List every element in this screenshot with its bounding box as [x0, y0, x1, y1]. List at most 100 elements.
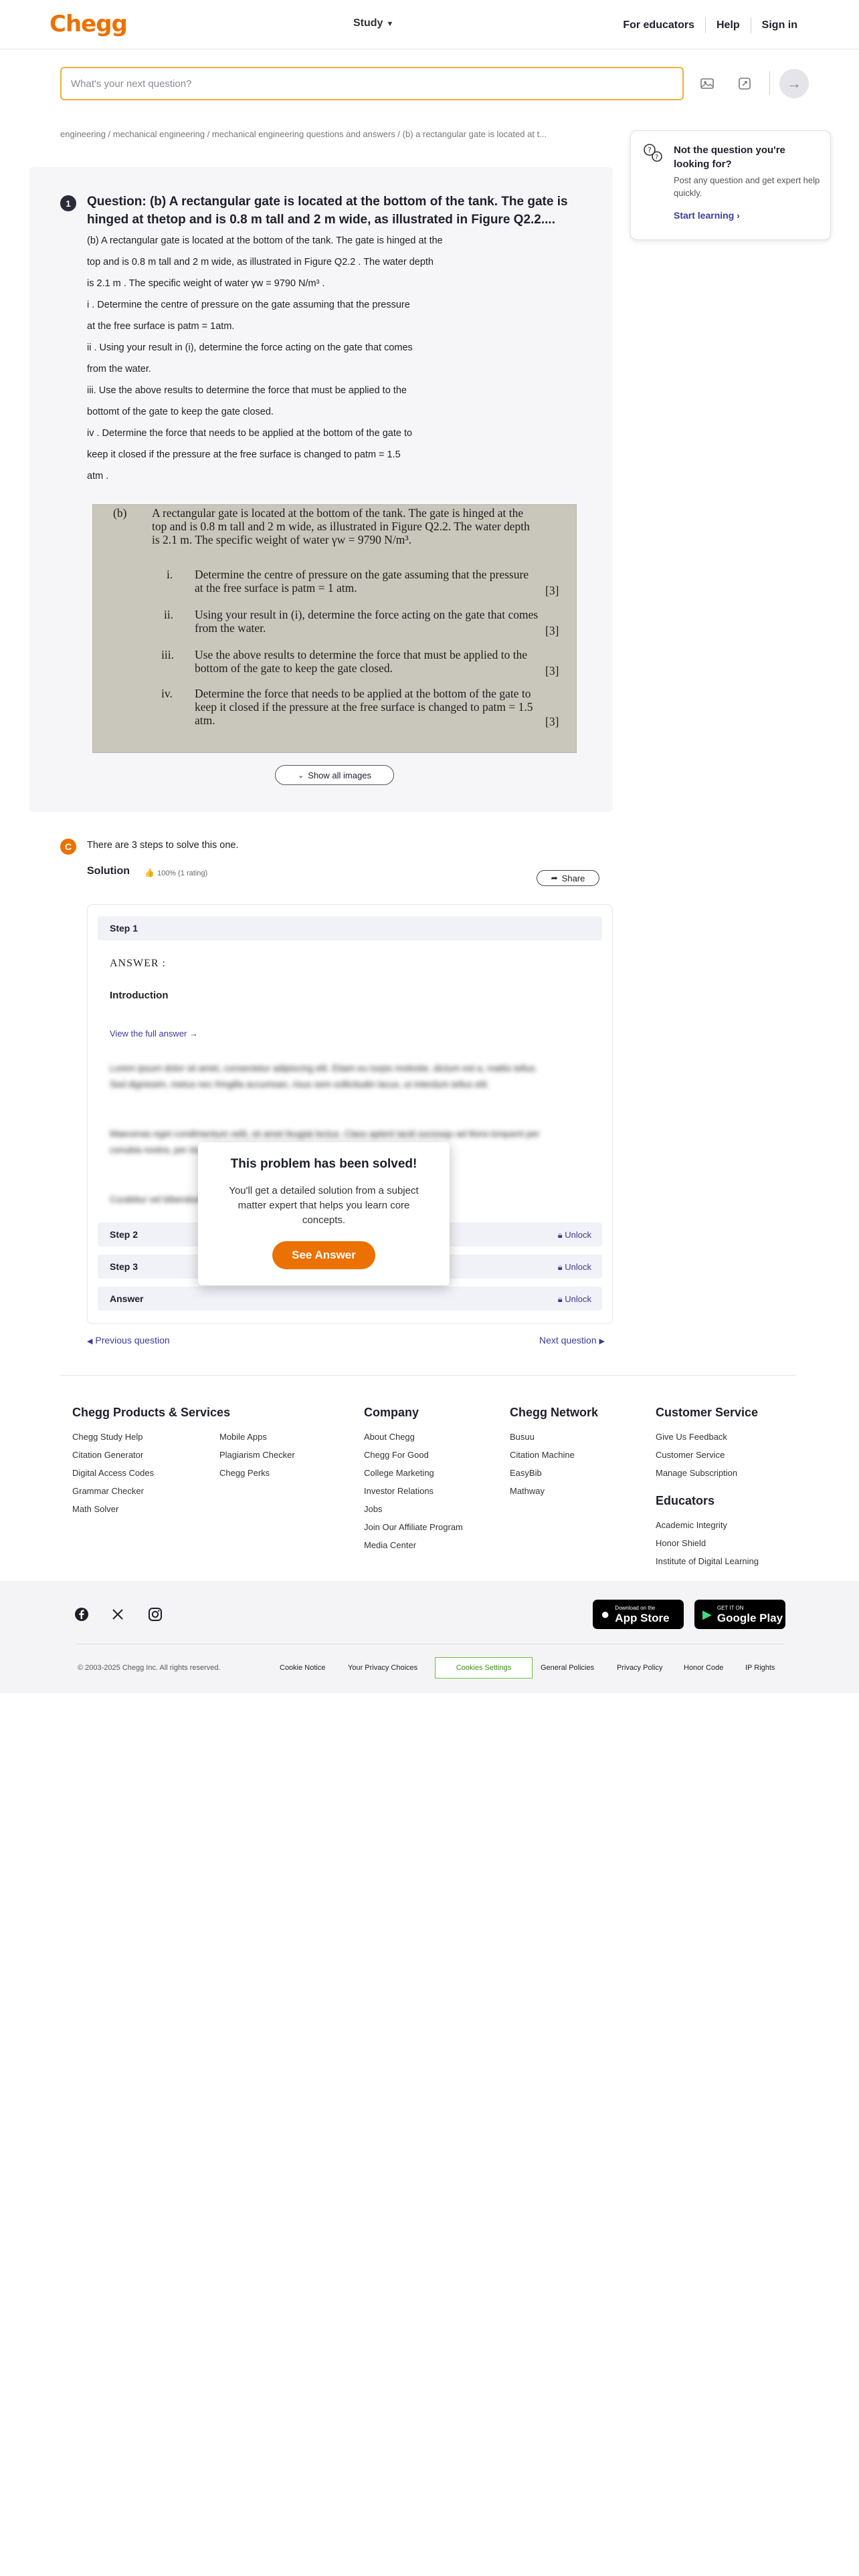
chegg-logo[interactable]: Chegg: [50, 11, 128, 37]
google-play-small-text: GET IT ON: [717, 1604, 744, 1611]
divider: [769, 71, 770, 95]
steps-count-text: There are 3 steps to solve this one.: [87, 840, 239, 851]
answer-label: ANSWER :: [110, 958, 166, 969]
rating[interactable]: 👍 100% (1 rating): [145, 868, 207, 877]
study-menu-label: Study: [353, 17, 383, 29]
footer-link[interactable]: Jobs: [364, 1500, 498, 1518]
cookies-settings-button[interactable]: Cookies Settings: [435, 1657, 533, 1679]
ip-rights-link[interactable]: IP Rights: [745, 1664, 775, 1672]
footer-list: Chegg Study Help Citation Generator Digi…: [72, 1428, 219, 1518]
not-the-question-card: ?? Not the question you're looking for? …: [630, 130, 831, 240]
unlock-link[interactable]: 🔒︎ Unlock: [558, 1294, 591, 1305]
footer-link[interactable]: Chegg For Good: [364, 1446, 498, 1464]
step-1-header: Step 1: [98, 916, 602, 940]
show-all-images-button[interactable]: ⌄ Show all images: [275, 765, 394, 785]
math-tool-icon[interactable]: [733, 72, 756, 95]
footer-link[interactable]: Give Us Feedback: [656, 1428, 803, 1446]
footer-link[interactable]: Honor Shield: [656, 1534, 803, 1552]
study-menu[interactable]: Study ▼: [353, 17, 393, 29]
unlock-link[interactable]: 🔒︎ Unlock: [558, 1262, 591, 1273]
step-label: Answer: [110, 1293, 144, 1304]
footer-link[interactable]: EasyBib: [510, 1464, 644, 1482]
question-line: keep it closed if the pressure at the fr…: [87, 449, 401, 460]
sign-in-link[interactable]: Sign in: [762, 19, 797, 31]
footer-link[interactable]: Join Our Affiliate Program: [364, 1518, 498, 1536]
scan-item-number: ii.: [164, 608, 174, 621]
footer-link[interactable]: College Marketing: [364, 1464, 498, 1482]
divider: [60, 1375, 796, 1376]
footer-link[interactable]: Academic Integrity: [656, 1516, 803, 1534]
footer-heading: Chegg Network: [510, 1406, 599, 1419]
next-question-label: Next question: [539, 1335, 597, 1346]
chevron-right-icon: ›: [737, 210, 740, 221]
footer-link[interactable]: Plagiarism Checker: [219, 1446, 340, 1464]
help-link[interactable]: Help: [717, 19, 740, 31]
footer-heading: Customer Service: [656, 1406, 759, 1419]
cookie-notice-link[interactable]: Cookie Notice: [280, 1664, 325, 1672]
app-store-large-text: App Store: [615, 1611, 670, 1624]
answer-header[interactable]: Answer 🔒︎ Unlock: [98, 1287, 602, 1311]
unlock-link[interactable]: 🔒︎ Unlock: [558, 1230, 591, 1241]
honor-code-link[interactable]: Honor Code: [684, 1664, 723, 1672]
footer-link[interactable]: Chegg Study Help: [72, 1428, 219, 1446]
breadcrumb[interactable]: engineering / mechanical engineering / m…: [60, 129, 615, 139]
footer-link[interactable]: Grammar Checker: [72, 1482, 219, 1500]
app-store-small-text: Download on the: [615, 1604, 656, 1611]
previous-question-link[interactable]: ◀ Previous question: [87, 1335, 170, 1346]
privacy-policy-link[interactable]: Privacy Policy: [617, 1664, 662, 1672]
blurred-solution-text: Lorem ipsum dolor sit amet, consectetur …: [110, 1063, 538, 1089]
promo-text: Post any question and get expert help qu…: [674, 175, 820, 198]
question-body: (b) A rectangular gate is located at the…: [87, 230, 569, 487]
submit-arrow-button[interactable]: →: [779, 69, 809, 98]
share-button[interactable]: ➦ Share: [537, 870, 599, 886]
footer-link[interactable]: Chegg Perks: [219, 1464, 340, 1482]
footer-link[interactable]: Customer Service: [656, 1446, 803, 1464]
footer-link[interactable]: Media Center: [364, 1536, 498, 1554]
footer-link[interactable]: About Chegg: [364, 1428, 498, 1446]
google-play-button[interactable]: ▶ GET IT ON Google Play: [694, 1600, 785, 1629]
footer-link[interactable]: Mobile Apps: [219, 1428, 340, 1446]
footer-products: Chegg Products & Services Chegg Study He…: [72, 1406, 340, 1518]
footer-link[interactable]: Citation Generator: [72, 1446, 219, 1464]
promo-title: Not the question you're looking for?: [674, 144, 785, 170]
footer-link[interactable]: Citation Machine: [510, 1446, 644, 1464]
scan-item-line: Using your result in (i), determine the …: [195, 608, 539, 621]
rating-text: 100% (1 rating): [157, 869, 208, 877]
next-question-link[interactable]: Next question ▶: [539, 1335, 605, 1346]
google-play-large-text: Google Play: [717, 1611, 783, 1624]
scan-item-line: Use the above results to determine the f…: [195, 648, 528, 661]
footer-link[interactable]: Institute of Digital Learning: [656, 1552, 803, 1570]
solution-heading: Solution: [87, 865, 130, 877]
start-learning-link[interactable]: Start learning ›: [674, 210, 740, 221]
footer-company: Company About Chegg Chegg For Good Colle…: [364, 1406, 498, 1554]
general-policies-link[interactable]: General Policies: [541, 1664, 594, 1672]
facebook-icon[interactable]: [72, 1605, 91, 1624]
footer-link[interactable]: Manage Subscription: [656, 1464, 803, 1482]
scan-item-number: iv.: [161, 687, 173, 700]
previous-question-label: Previous question: [95, 1335, 170, 1346]
svg-text:?: ?: [648, 146, 652, 154]
search-input[interactable]: [62, 68, 682, 99]
lock-icon: 🔒︎: [557, 1230, 563, 1240]
footer-link[interactable]: Mathway: [510, 1482, 644, 1500]
scan-item-marks: [3]: [545, 715, 559, 728]
question-line: atm .: [87, 471, 109, 481]
header-links: For educators Help Sign in: [623, 17, 797, 33]
question-bubbles-icon: ??: [642, 142, 664, 165]
footer-link[interactable]: Investor Relations: [364, 1482, 498, 1500]
privacy-choices-link[interactable]: Your Privacy Choices: [348, 1664, 417, 1672]
footer-link[interactable]: Math Solver: [72, 1500, 219, 1518]
for-educators-link[interactable]: For educators: [623, 19, 694, 31]
lock-icon: 🔒︎: [557, 1294, 563, 1304]
caret-left-icon: ◀: [87, 1337, 93, 1346]
footer-link[interactable]: Busuu: [510, 1428, 644, 1446]
x-twitter-icon[interactable]: [108, 1605, 127, 1624]
see-answer-button[interactable]: See Answer: [272, 1241, 375, 1269]
view-full-answer-link[interactable]: View the full answer →: [110, 1029, 198, 1039]
question-line: top and is 0.8 m tall and 2 m wide, as i…: [87, 257, 434, 267]
app-store-button[interactable]: ● Download on the App Store: [593, 1600, 684, 1629]
footer-link[interactable]: Digital Access Codes: [72, 1464, 219, 1482]
question-scan-image[interactable]: (b) A rectangular gate is located at the…: [92, 504, 577, 753]
instagram-icon[interactable]: [146, 1605, 165, 1624]
image-upload-icon[interactable]: [696, 72, 719, 95]
